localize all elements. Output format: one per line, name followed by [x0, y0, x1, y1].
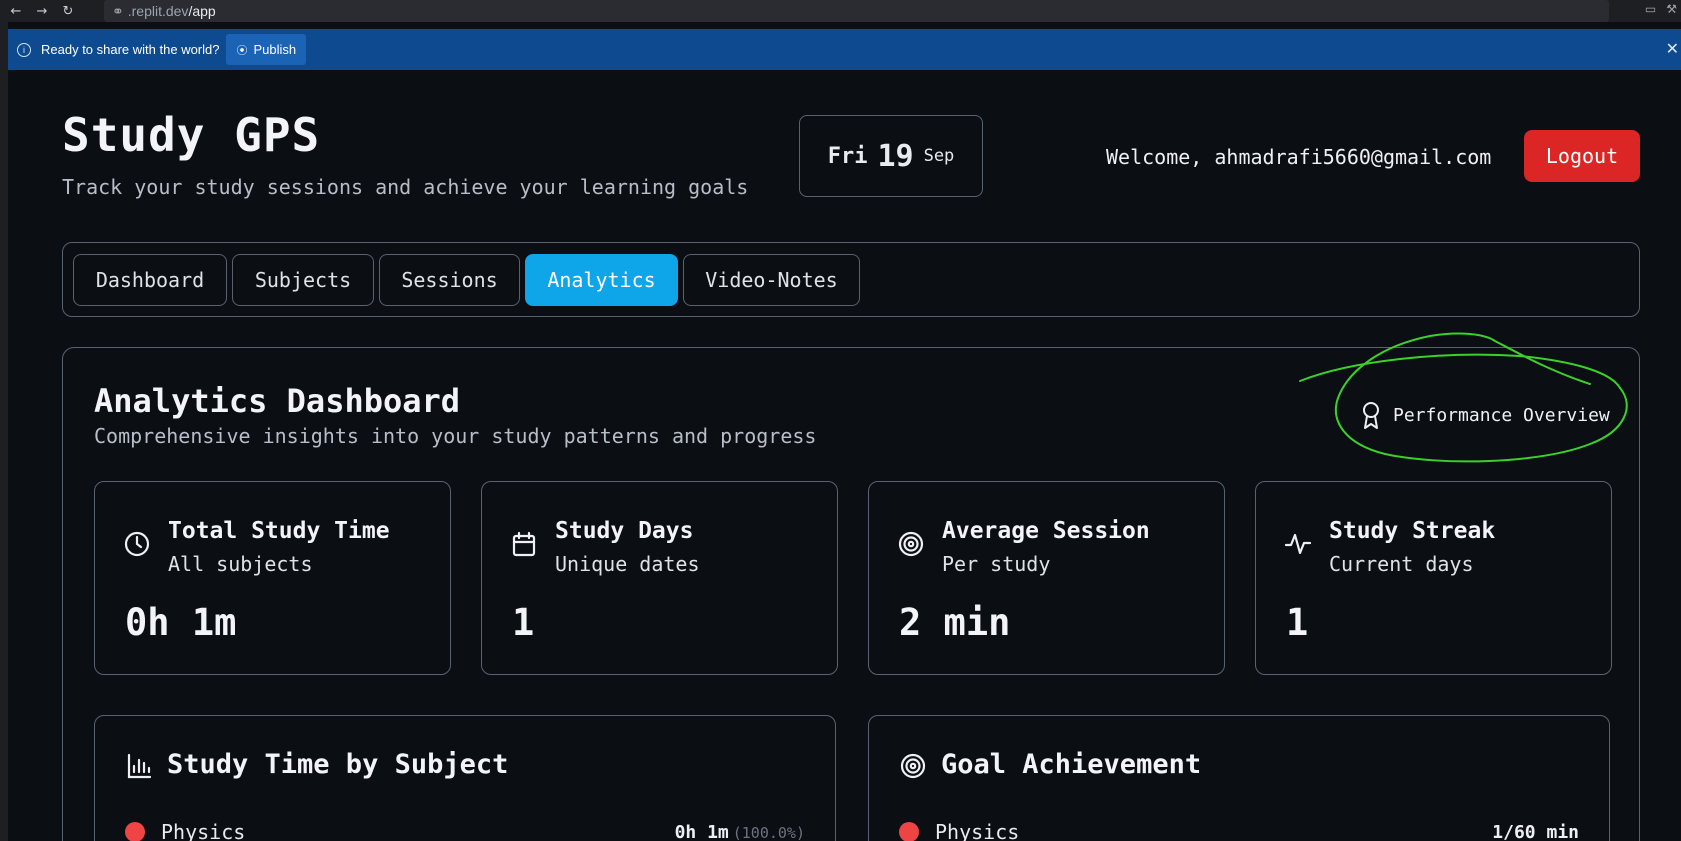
stat-title: Study Days	[555, 518, 694, 544]
back-icon[interactable]: ←	[6, 1, 26, 21]
app-subtitle: Track your study sessions and achieve yo…	[62, 175, 749, 199]
analytics-title: Analytics Dashboard	[94, 382, 461, 420]
card-title: Goal Achievement	[941, 749, 1202, 780]
target-icon	[900, 753, 926, 779]
welcome-text: Welcome, ahmadrafi5660@gmail.com	[1106, 145, 1492, 169]
goal-row: Physics 1/60 min	[899, 820, 1579, 841]
stat-card-average-session: Average Session Per study 2 min	[868, 481, 1225, 675]
performance-label: Performance Overview	[1393, 404, 1610, 426]
devices-icon[interactable]: ▭	[1645, 2, 1656, 16]
stat-card-total-time: Total Study Time All subjects 0h 1m	[94, 481, 451, 675]
date-day: Fri	[827, 143, 868, 169]
subject-color-dot	[899, 822, 919, 841]
tools-icon[interactable]: ⚒	[1666, 2, 1677, 16]
stat-title: Total Study Time	[168, 518, 390, 544]
link-icon: ⚭	[112, 2, 124, 19]
date-month: Sep	[923, 146, 955, 166]
study-time-by-subject-card: Study Time by Subject Physics 0h 1m (100.…	[94, 715, 836, 841]
tab-dashboard[interactable]: Dashboard	[73, 253, 227, 306]
info-icon: i	[17, 42, 31, 57]
stat-card-study-days: Study Days Unique dates 1	[481, 481, 838, 675]
publish-label: Publish	[253, 42, 297, 57]
calendar-icon	[512, 531, 536, 557]
stat-value: 1	[512, 601, 535, 644]
activity-icon	[1284, 533, 1312, 555]
tab-video-notes[interactable]: Video-Notes	[683, 253, 860, 306]
analytics-panel: Analytics Dashboard Comprehensive insigh…	[62, 347, 1640, 841]
address-bar[interactable]: ⚭ .replit.dev/app	[104, 0, 1609, 22]
publish-button[interactable]: ⦿ Publish	[226, 34, 307, 65]
goal-achievement-card: Goal Achievement Physics 1/60 min	[868, 715, 1610, 841]
stat-subtitle: Per study	[942, 552, 1051, 576]
stat-title: Study Streak	[1329, 518, 1496, 544]
clock-icon	[124, 531, 150, 557]
tab-analytics[interactable]: Analytics	[525, 253, 678, 306]
subject-name: Physics	[161, 820, 246, 841]
stat-subtitle: All subjects	[168, 552, 313, 576]
browser-toolbar: ← → ↻ ⚭ .replit.dev/app ▭ ⚒	[0, 0, 1681, 22]
goal-progress: 1/60 min	[1492, 821, 1579, 841]
stat-value: 0h 1m	[125, 601, 237, 644]
url-path: /app	[188, 3, 216, 19]
target-icon	[898, 531, 924, 557]
stat-subtitle: Current days	[1329, 552, 1474, 576]
date-number: 19	[877, 138, 914, 174]
reload-icon[interactable]: ↻	[58, 1, 78, 21]
subject-time: 0h 1m (100.0%)	[675, 822, 805, 841]
tab-subjects[interactable]: Subjects	[232, 253, 374, 306]
subject-percent: (100.0%)	[732, 823, 805, 841]
stat-card-study-streak: Study Streak Current days 1	[1255, 481, 1612, 675]
close-icon[interactable]: ✕	[1666, 39, 1679, 58]
stat-title: Average Session	[942, 518, 1150, 544]
banner-message: Ready to share with the world?	[41, 42, 220, 57]
tab-bar: Dashboard Subjects Sessions Analytics Vi…	[62, 242, 1640, 317]
app-title: Study GPS	[62, 108, 321, 162]
analytics-subtitle: Comprehensive insights into your study p…	[94, 424, 817, 448]
award-icon	[1363, 402, 1379, 429]
logout-button[interactable]: Logout	[1524, 130, 1640, 182]
stat-subtitle: Unique dates	[555, 552, 700, 576]
bar-chart-icon	[127, 753, 152, 779]
subject-row: Physics 0h 1m (100.0%)	[125, 820, 805, 841]
date-display: Fri 19 Sep	[799, 115, 983, 197]
card-title: Study Time by Subject	[167, 749, 509, 780]
goal-subject-name: Physics	[935, 820, 1020, 841]
performance-overview[interactable]: Performance Overview	[1359, 400, 1610, 430]
publish-icon: ⦿	[236, 44, 248, 57]
stat-value: 1	[1286, 601, 1309, 644]
subject-color-dot	[125, 822, 145, 841]
left-gutter	[0, 22, 8, 841]
forward-icon[interactable]: →	[32, 1, 52, 21]
subject-time-value: 0h 1m	[674, 821, 729, 841]
url-host: .replit.dev	[127, 3, 189, 19]
publish-banner: i Ready to share with the world? ⦿ Publi…	[8, 29, 1681, 70]
tab-sessions[interactable]: Sessions	[379, 253, 520, 306]
stat-value: 2 min	[899, 601, 1011, 644]
